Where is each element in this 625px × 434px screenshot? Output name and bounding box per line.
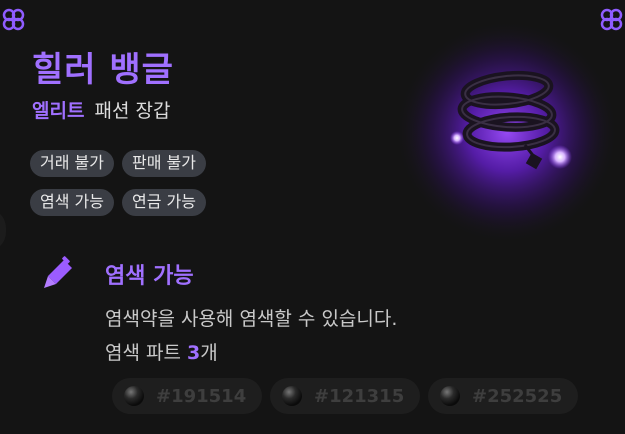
dye-brush-icon <box>44 256 72 288</box>
item-tooltip-card: 힐러 뱅글 엘리트 패션 장갑 거래 불가 판매 불가 염색 가능 연금 가능 <box>0 0 625 434</box>
tag-unsellable: 판매 불가 <box>121 150 206 177</box>
item-subtitle: 엘리트 패션 장갑 <box>32 96 170 123</box>
tag-dyeable: 염색 가능 <box>30 189 114 216</box>
item-name: 힐러 뱅글 <box>32 50 174 90</box>
dye-color-chip[interactable]: #191514 <box>112 378 262 414</box>
color-dot-icon <box>124 386 144 406</box>
color-dot-icon <box>440 386 460 406</box>
dye-parts-prefix: 염색 파트 <box>105 342 187 364</box>
dye-color-chip[interactable]: #121315 <box>270 378 420 414</box>
item-category: 패션 장갑 <box>94 100 171 122</box>
corner-knot-icon <box>2 8 25 31</box>
dye-color-list: #191514 #121315 #252525 <box>112 378 578 414</box>
tag-list: 거래 불가 판매 불가 염색 가능 연금 가능 <box>30 150 290 216</box>
dye-parts-count: 3 <box>187 342 201 364</box>
dye-color-code: #252525 <box>472 385 563 407</box>
tag-untradeable: 거래 불가 <box>30 150 114 177</box>
dye-description: 염색약을 사용해 염색할 수 있습니다. <box>105 308 398 330</box>
dye-color-code: #191514 <box>156 385 247 407</box>
side-handle[interactable] <box>0 208 6 252</box>
dye-parts-suffix: 개 <box>200 342 218 364</box>
dye-title: 염색 가능 <box>105 264 194 289</box>
dye-parts: 염색 파트 3개 <box>105 338 218 365</box>
dye-color-code: #121315 <box>314 385 405 407</box>
item-grade: 엘리트 <box>32 100 85 122</box>
tag-alchemy: 연금 가능 <box>121 189 206 216</box>
dye-color-chip[interactable]: #252525 <box>428 378 578 414</box>
bangle-item-image <box>395 20 619 244</box>
color-dot-icon <box>282 386 302 406</box>
